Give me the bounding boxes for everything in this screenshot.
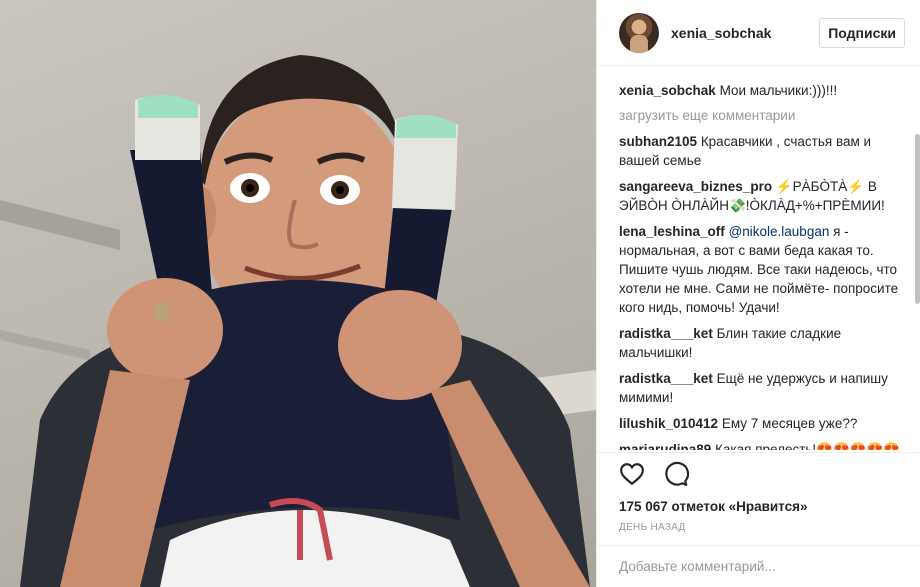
comment-username[interactable]: radistka___ket [619, 371, 713, 386]
likes-count[interactable]: 175 067 отметок «Нравится» [619, 499, 899, 514]
comment-item: subhan2105 Красавчики , счастья вам и ва… [619, 132, 901, 170]
photo-illustration [0, 55, 596, 587]
action-icons [619, 461, 899, 487]
comment-item: radistka___ket Ещё не удержусь и напишу … [619, 369, 901, 407]
post-sidebar: xenia_sobchak Подписки xenia_sobchak Мои… [596, 0, 920, 587]
load-more-comments-link[interactable]: загрузить еще комментарии [619, 106, 901, 125]
caption-text: Мои мальчики:)))!!! [719, 83, 838, 98]
comment-item: lena_leshina_off @nikole.laubgan я - нор… [619, 222, 901, 317]
avatar[interactable] [619, 12, 659, 53]
following-button[interactable]: Подписки [819, 17, 905, 48]
post-photo[interactable] [0, 0, 596, 587]
add-comment-area [597, 545, 920, 587]
scrollbar-thumb[interactable] [915, 134, 920, 304]
speech-bubble-icon[interactable] [663, 461, 690, 487]
comment-username[interactable]: subhan2105 [619, 134, 697, 149]
comment-username[interactable]: sangareeva_biznes_pro [619, 179, 772, 194]
comment-item: lilushik_010412 Ему 7 месяцев уже?? [619, 414, 901, 433]
heart-icon[interactable] [619, 461, 645, 487]
comment-username[interactable]: mariarudina89 [619, 442, 711, 450]
comments-list: xenia_sobchak Мои мальчики:)))!!! загруз… [619, 72, 901, 450]
comment-mention-link[interactable]: @nikole.laubgan [729, 224, 830, 239]
author-username[interactable]: xenia_sobchak [671, 25, 771, 41]
caption-username[interactable]: xenia_sobchak [619, 83, 716, 98]
comments-scrollbar[interactable] [915, 72, 920, 452]
comment-username[interactable]: lilushik_010412 [619, 416, 718, 431]
comment-item: radistka___ket Блин такие сладкие мальчи… [619, 324, 901, 362]
comment-item: mariarudina89 Какая прелесть!😍😍😍😍😍 [619, 440, 901, 450]
post-actions: 175 067 отметок «Нравится» ДЕНЬ НАЗАД [597, 452, 920, 533]
comment-username[interactable]: lena_leshina_off [619, 224, 725, 239]
caption: xenia_sobchak Мои мальчики:)))!!! [619, 81, 901, 100]
post-timestamp: ДЕНЬ НАЗАД [619, 522, 686, 533]
comment-username[interactable]: radistka___ket [619, 326, 713, 341]
comment-item: sangareeva_biznes_pro ⚡РÀБÒТÀ⚡ В ЭЙВÒН Ò… [619, 177, 901, 215]
comment-text: Ему 7 месяцев уже?? [721, 416, 858, 431]
post-header: xenia_sobchak Подписки [597, 0, 920, 66]
comment-text: Какая прелесть!😍😍😍😍😍 [715, 442, 901, 450]
comment-input[interactable] [619, 546, 899, 586]
